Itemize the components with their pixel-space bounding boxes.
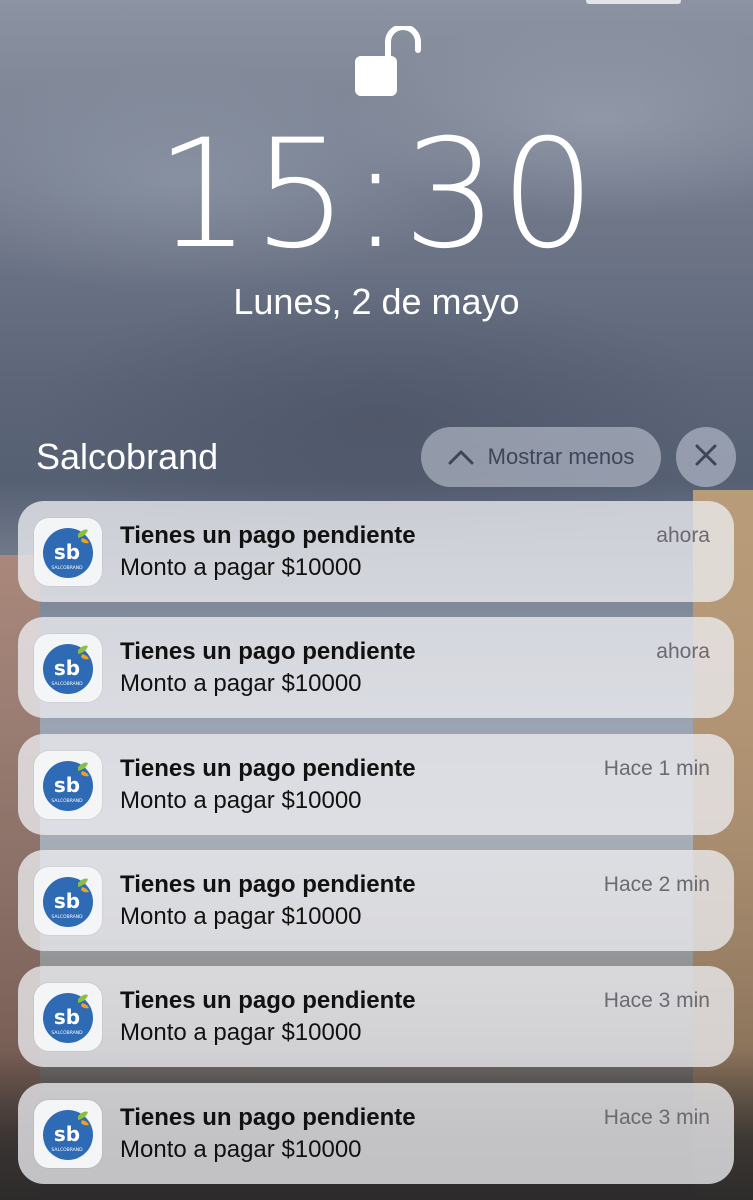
notification-card[interactable]: sb SALCOBRAND Tienes un pago pendiente M…: [18, 850, 734, 951]
notification-title: Tienes un pago pendiente: [120, 987, 416, 1014]
status-indicator: [586, 0, 681, 4]
app-icon-logo-subtext: SALCOBRAND: [51, 565, 83, 571]
salcobrand-app-icon: sb SALCOBRAND: [34, 983, 102, 1051]
lock-screen: 15:30 Lunes, 2 de mayo Salcobrand Mostra…: [0, 0, 753, 1200]
salcobrand-app-icon: sb SALCOBRAND: [34, 1100, 102, 1168]
notification-time: ahora: [656, 640, 710, 663]
notification-title: Tienes un pago pendiente: [120, 1104, 416, 1131]
app-icon-logo-text: sb: [54, 1005, 80, 1029]
notification-title: Tienes un pago pendiente: [120, 755, 416, 782]
app-icon-logo-text: sb: [54, 1122, 80, 1146]
notification-body: Monto a pagar $10000: [120, 903, 362, 930]
app-icon-logo-text: sb: [54, 540, 80, 564]
close-icon: [695, 444, 717, 471]
notification-group-header: Salcobrand Mostrar menos: [0, 425, 753, 489]
lock-screen-time: 15:30: [155, 108, 598, 282]
show-less-label: Mostrar menos: [487, 444, 635, 469]
notification-time: Hace 2 min: [603, 873, 710, 896]
notification-card[interactable]: sb SALCOBRAND Tienes un pago pendiente M…: [18, 1083, 734, 1184]
notification-body: Monto a pagar $10000: [120, 670, 362, 697]
notification-title: Tienes un pago pendiente: [120, 871, 416, 898]
chevron-up-icon: [448, 449, 474, 465]
clear-group-button[interactable]: [676, 427, 736, 487]
notification-title: Tienes un pago pendiente: [120, 522, 416, 549]
app-icon-logo-subtext: SALCOBRAND: [51, 1030, 83, 1036]
notification-time: Hace 1 min: [603, 757, 710, 780]
notification-card[interactable]: sb SALCOBRAND Tienes un pago pendiente M…: [18, 966, 734, 1067]
notification-body: Monto a pagar $10000: [120, 1136, 362, 1163]
app-icon-logo-subtext: SALCOBRAND: [51, 681, 83, 687]
salcobrand-app-icon: sb SALCOBRAND: [34, 518, 102, 586]
app-icon-logo-subtext: SALCOBRAND: [51, 914, 83, 920]
unlocked-padlock-icon: [352, 24, 422, 98]
notification-card[interactable]: sb SALCOBRAND Tienes un pago pendiente M…: [18, 734, 734, 835]
notification-body: Monto a pagar $10000: [120, 554, 362, 581]
app-icon-logo-text: sb: [54, 656, 80, 680]
show-less-button[interactable]: Mostrar menos: [421, 427, 661, 487]
notification-time: Hace 3 min: [603, 1106, 710, 1129]
salcobrand-app-icon: sb SALCOBRAND: [34, 634, 102, 702]
lock-screen-date: Lunes, 2 de mayo: [233, 281, 520, 322]
notification-body: Monto a pagar $10000: [120, 1019, 362, 1046]
app-icon-logo-text: sb: [54, 773, 80, 797]
app-icon-logo-subtext: SALCOBRAND: [51, 1147, 83, 1153]
app-icon-logo-text: sb: [54, 889, 80, 913]
group-app-name: Salcobrand: [36, 436, 219, 477]
app-icon-logo-subtext: SALCOBRAND: [51, 798, 83, 804]
salcobrand-app-icon: sb SALCOBRAND: [34, 751, 102, 819]
notification-card[interactable]: sb SALCOBRAND Tienes un pago pendiente M…: [18, 617, 734, 718]
notification-time: Hace 3 min: [603, 989, 710, 1012]
notification-time: ahora: [656, 524, 710, 547]
salcobrand-app-icon: sb SALCOBRAND: [34, 867, 102, 935]
notification-body: Monto a pagar $10000: [120, 787, 362, 814]
notification-card[interactable]: sb SALCOBRAND Tienes un pago pendiente M…: [18, 501, 734, 602]
notification-title: Tienes un pago pendiente: [120, 638, 416, 665]
